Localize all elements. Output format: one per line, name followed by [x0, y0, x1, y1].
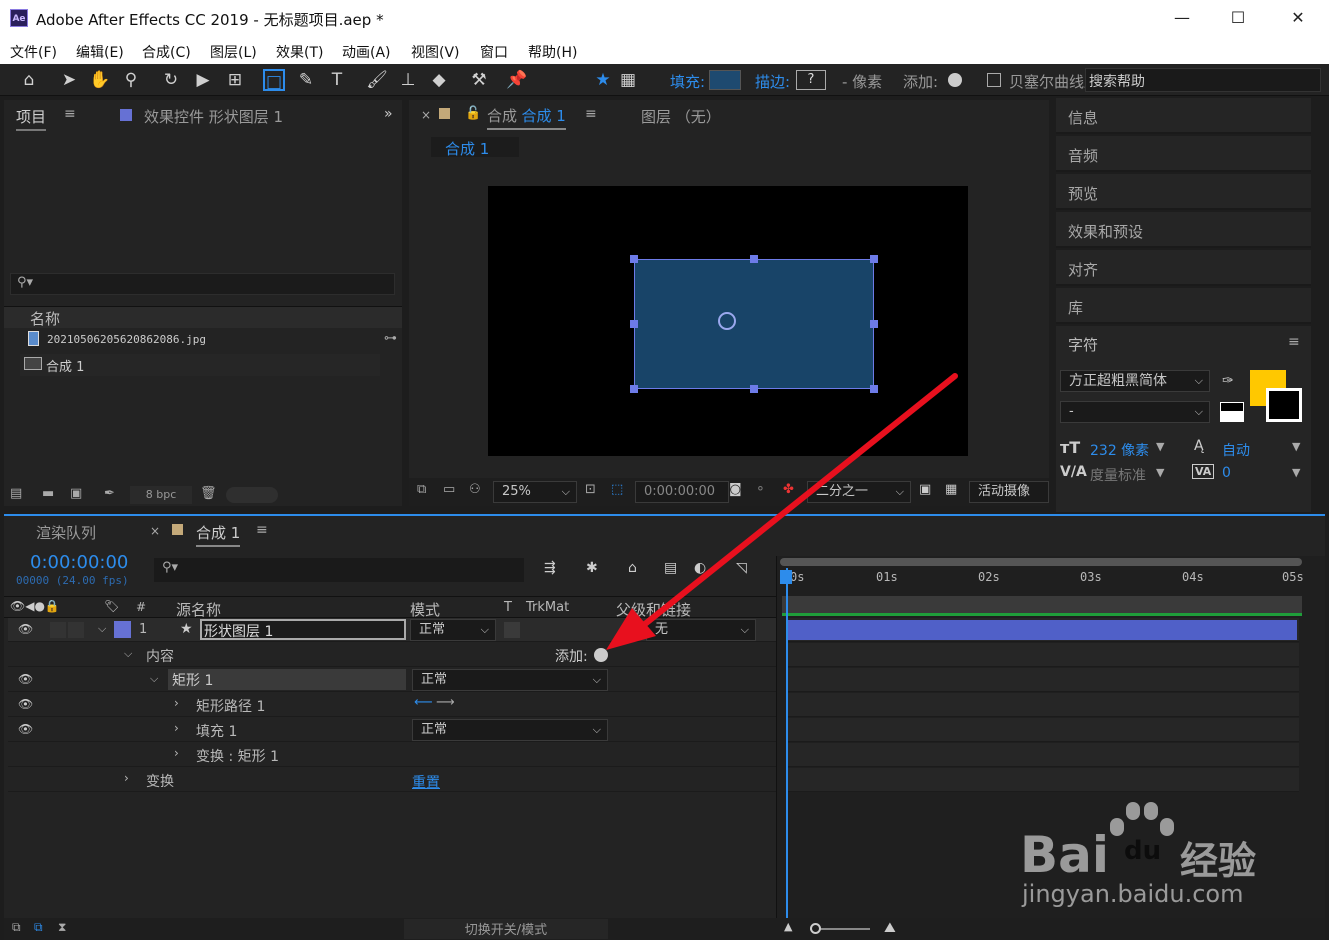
watermark-jingyan: 经验 [1180, 839, 1257, 883]
baidu-watermark: Bai du 经验 jingyan.baidu.com [1020, 800, 1320, 910]
watermark-du: du [1124, 836, 1162, 866]
watermark-bai: Bai [1020, 826, 1109, 884]
annotation-arrow [606, 373, 958, 650]
watermark-url: jingyan.baidu.com [1022, 880, 1244, 908]
